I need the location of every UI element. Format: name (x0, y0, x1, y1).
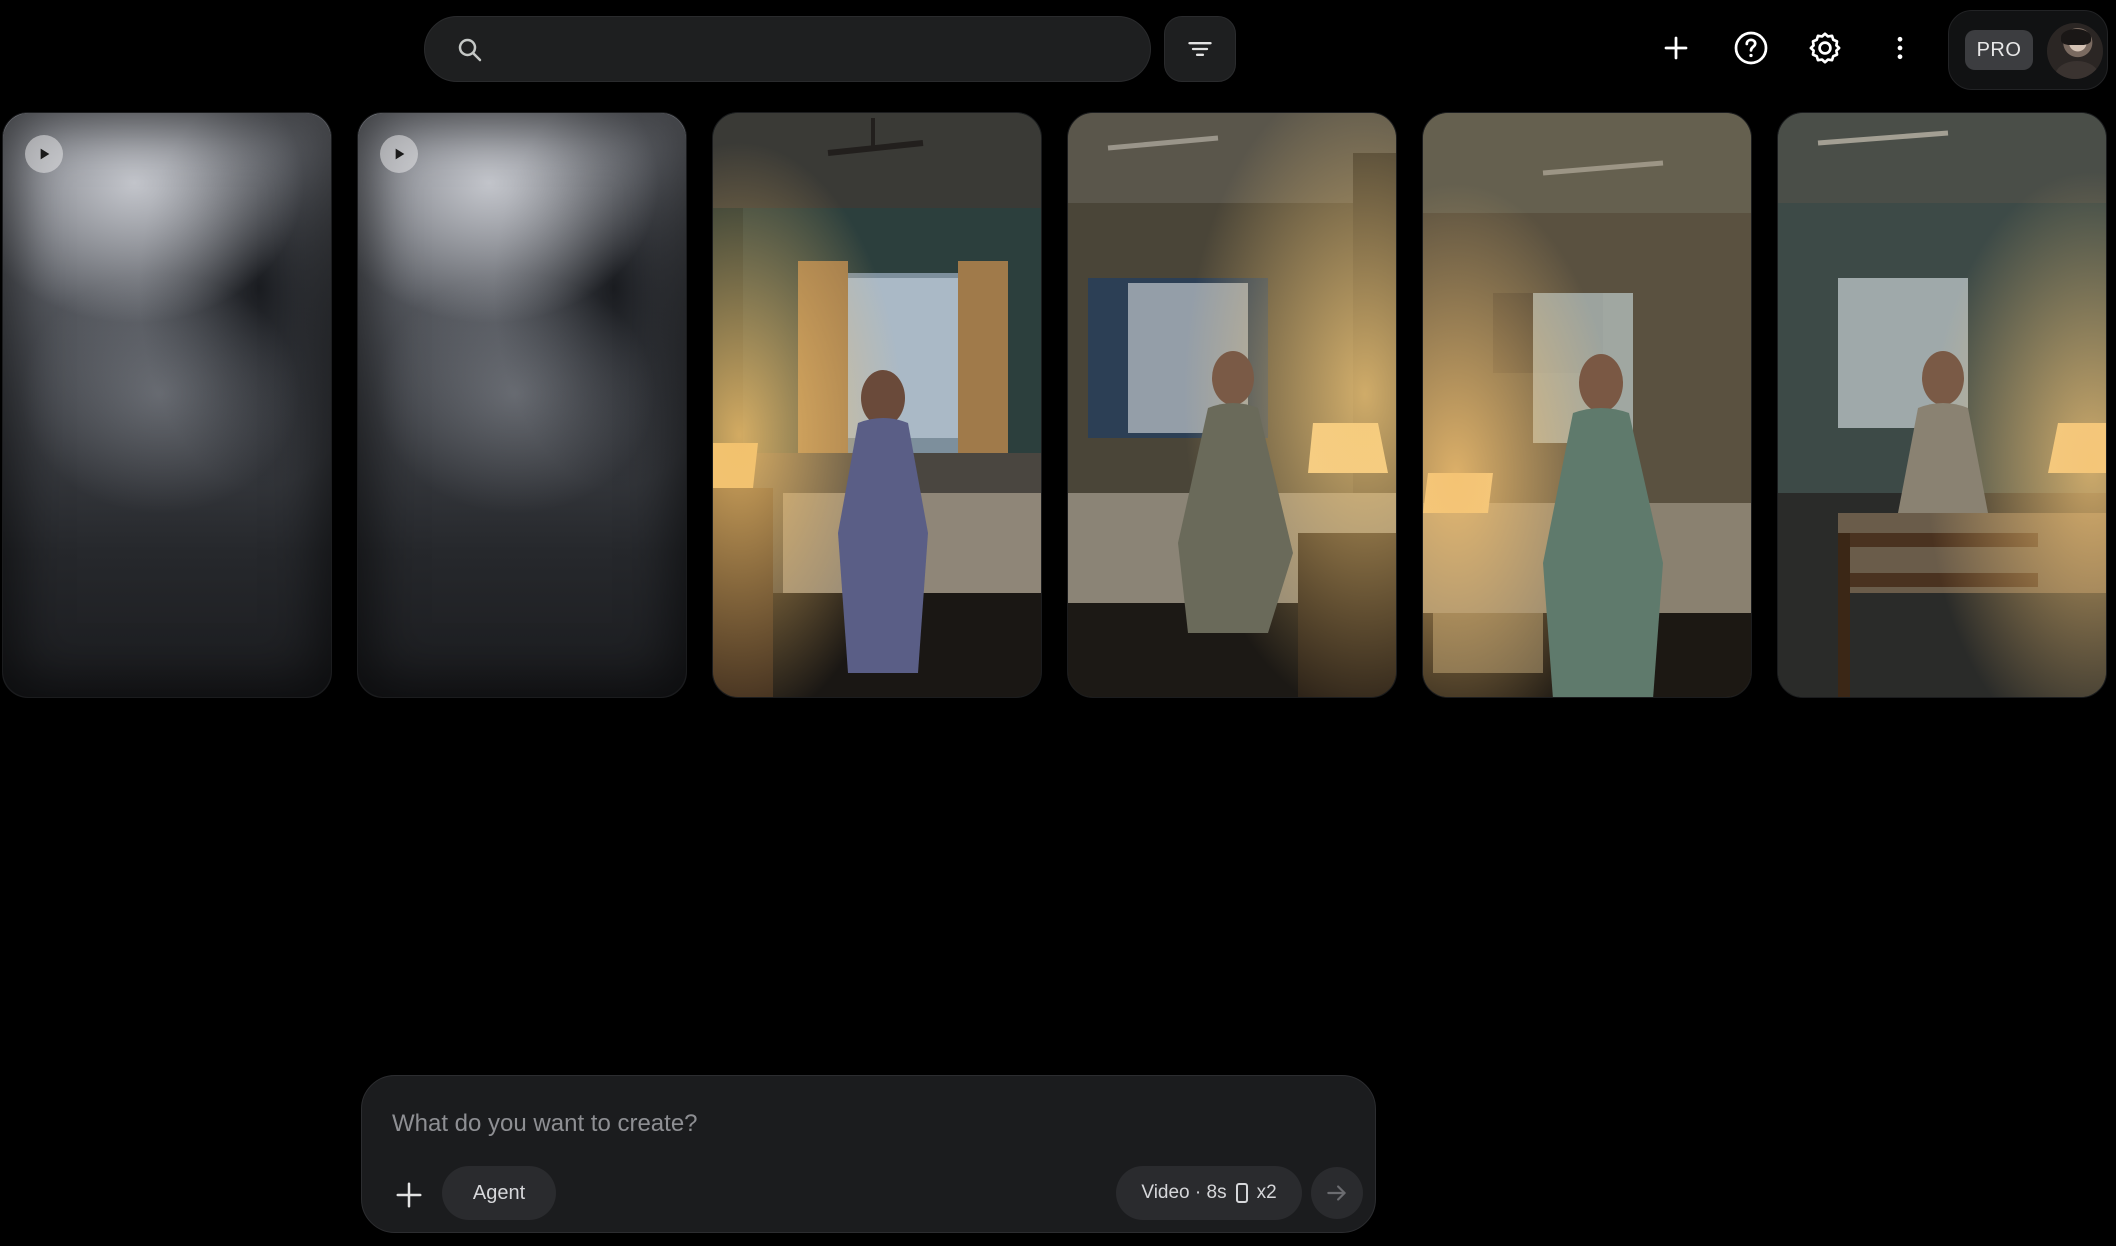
search-input[interactable] (505, 27, 1125, 73)
plus-icon (1664, 36, 1688, 60)
gear-icon (1809, 32, 1841, 64)
gallery-item-image-4[interactable] (1777, 112, 2107, 698)
count-label: x2 (1256, 1182, 1277, 1203)
search-bar[interactable] (424, 16, 1151, 82)
plus-icon (396, 1182, 422, 1208)
add-media-button[interactable] (386, 1172, 432, 1218)
more-options-button[interactable] (1874, 22, 1926, 74)
mode-label: Video · 8s (1141, 1182, 1227, 1203)
pro-badge: PRO (1965, 30, 2033, 70)
gallery-item-image-3[interactable] (1422, 112, 1752, 698)
send-button[interactable] (1311, 1167, 1363, 1219)
search-icon (458, 38, 482, 62)
gallery-item-video-2[interactable] (357, 112, 687, 698)
gallery-item-video-1[interactable] (2, 112, 332, 698)
settings-button[interactable] (1799, 22, 1851, 74)
generation-settings-chip[interactable]: Video · 8s x2 (1116, 1166, 1302, 1220)
help-circle-icon (1734, 31, 1768, 65)
arrow-right-icon (1327, 1185, 1346, 1201)
bedroom-image (1423, 113, 1751, 697)
filter-icon (1188, 42, 1212, 56)
create-new-button[interactable] (1650, 22, 1702, 74)
agent-chip[interactable]: Agent (442, 1166, 556, 1220)
gallery-item-image-2[interactable] (1067, 112, 1397, 698)
help-button[interactable] (1725, 22, 1777, 74)
avatar[interactable] (2047, 23, 2103, 79)
bedroom-image (1068, 113, 1396, 697)
gallery-item-image-1[interactable] (712, 112, 1042, 698)
portrait-aspect-icon (1235, 1183, 1248, 1203)
bedroom-image (1778, 113, 2106, 697)
prompt-input[interactable] (392, 1104, 1332, 1144)
play-icon (25, 135, 63, 173)
play-icon (380, 135, 418, 173)
more-vertical-icon (1897, 36, 1903, 60)
gallery (0, 112, 2116, 700)
prompt-composer: Agent Video · 8s x2 (361, 1075, 1376, 1233)
account-menu[interactable]: PRO (1948, 10, 2108, 90)
filter-button[interactable] (1164, 16, 1236, 82)
top-bar: PRO (0, 0, 2116, 100)
bedroom-image (713, 113, 1041, 697)
